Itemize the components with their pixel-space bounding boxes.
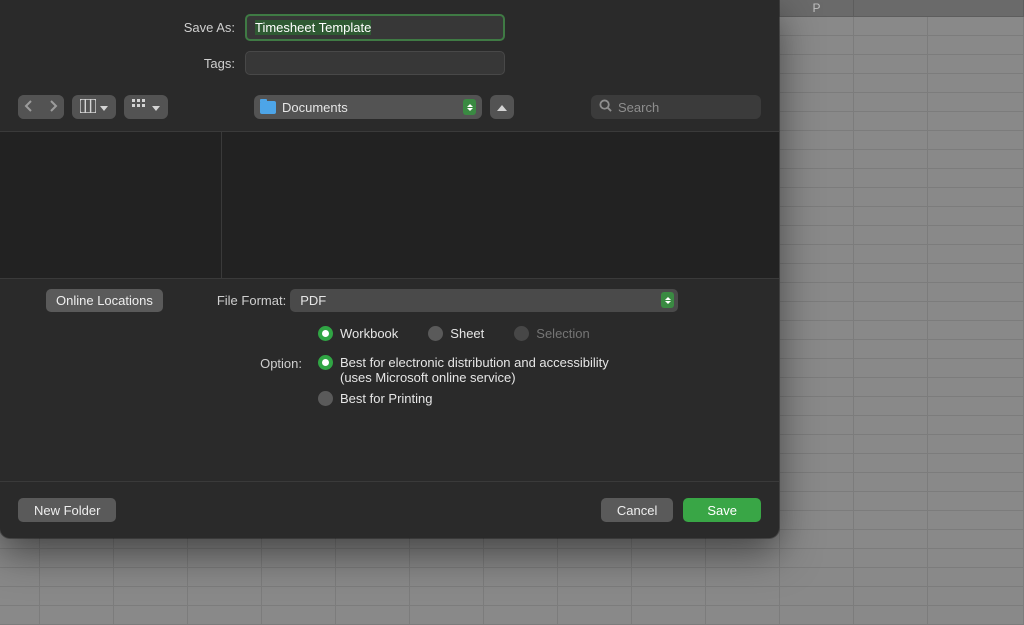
dialog-options: Online Locations File Format: PDF Workbo… [0,279,779,412]
tags-label: Tags: [0,56,245,71]
save-dialog-top: Save As: Tags: [0,0,779,89]
forward-button[interactable] [42,95,64,119]
radio-label: Selection [536,326,589,341]
location-name: Documents [282,100,463,115]
radio-icon [318,391,333,406]
view-mode-button[interactable] [72,95,116,119]
expand-button[interactable] [490,95,514,119]
radio-icon [428,326,443,341]
chevron-right-icon [48,100,58,115]
radio-label: Best for electronic distribution and acc… [340,355,609,370]
scope-selection-radio: Selection [514,326,589,341]
back-button[interactable] [18,95,40,119]
updown-indicator-icon [661,292,674,308]
radio-icon [514,326,529,341]
updown-indicator-icon [463,99,476,115]
group-by-button[interactable] [124,95,168,119]
radio-label: Workbook [340,326,398,341]
radio-icon [318,326,333,341]
option-printing-radio[interactable]: Best for Printing [318,391,609,406]
tags-input[interactable] [245,51,505,75]
file-browser-content[interactable] [222,132,779,278]
save-dialog: Save As: Tags: [0,0,779,538]
dialog-toolbar: Documents [0,89,779,131]
radio-icon [318,355,333,370]
save-button[interactable]: Save [683,498,761,522]
folder-icon [260,101,276,114]
option-electronic-radio[interactable]: Best for electronic distribution and acc… [318,355,609,385]
file-browser-sidebar[interactable] [0,132,222,278]
scope-workbook-radio[interactable]: Workbook [318,326,398,341]
grid-view-icon [132,99,148,116]
file-format-dropdown[interactable]: PDF [290,289,678,312]
online-locations-button[interactable]: Online Locations [46,289,163,312]
chevron-up-icon [497,100,507,115]
chevron-left-icon [24,100,34,115]
file-format-selected: PDF [300,293,326,308]
radio-sublabel: (uses Microsoft online service) [340,370,609,385]
col-header[interactable] [854,0,1024,17]
radio-label: Best for Printing [340,391,433,406]
file-format-label: File Format: [217,293,286,308]
search-icon [599,99,612,115]
file-browser [0,131,779,279]
save-as-label: Save As: [0,20,245,35]
search-input[interactable] [618,100,753,115]
location-dropdown[interactable]: Documents [254,95,482,119]
cancel-button[interactable]: Cancel [601,498,673,522]
col-header[interactable]: P [780,0,854,17]
scope-sheet-radio[interactable]: Sheet [428,326,484,341]
save-as-input[interactable] [245,14,505,41]
chevron-down-icon [100,100,108,115]
search-box[interactable] [591,95,761,119]
chevron-down-icon [152,100,160,115]
dialog-footer: New Folder Cancel Save [0,481,779,538]
radio-label: Sheet [450,326,484,341]
new-folder-button[interactable]: New Folder [18,498,116,522]
option-label: Option: [243,355,302,406]
columns-view-icon [80,99,96,116]
